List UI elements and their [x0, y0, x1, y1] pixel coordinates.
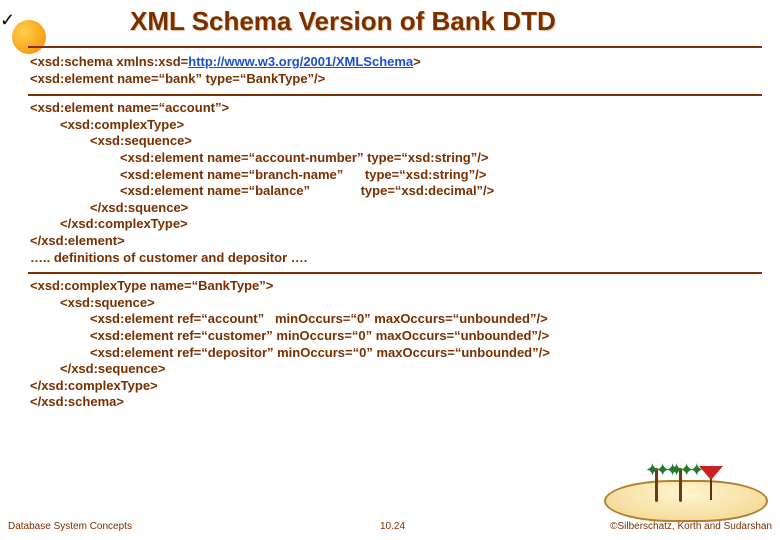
- divider: [28, 272, 762, 274]
- footer-page-number: 10.24: [380, 521, 405, 532]
- divider: [28, 46, 762, 48]
- code-line: </xsd:schema>: [30, 394, 760, 411]
- code-line: <xsd:schema xmlns:xsd=http://www.w3.org/…: [30, 54, 760, 71]
- code-line: ….. definitions of customer and deposito…: [30, 250, 760, 267]
- code-line: </xsd:sequence>: [30, 361, 760, 378]
- schema-url-link[interactable]: http://www.w3.org/2001/XMLSchema: [188, 54, 413, 69]
- code-block-account: <xsd:element name=“account”> <xsd:comple…: [30, 100, 760, 266]
- code-line: <xsd:complexType name=“BankType”>: [30, 278, 760, 295]
- island-decoration: ✦✦✦ ✦✦✦: [608, 442, 768, 522]
- code-line: <xsd:element name=“balance” type=“xsd:de…: [30, 183, 760, 200]
- slide-title: XML Schema Version of Bank DTD: [130, 6, 556, 37]
- code-line: <xsd:element name=“branch-name” type=“xs…: [30, 167, 760, 184]
- code-block-banktype: <xsd:complexType name=“BankType”> <xsd:s…: [30, 278, 760, 411]
- code-line: <xsd:element ref=“depositor” minOccurs=“…: [30, 345, 760, 362]
- code-line: <xsd:element name=“account-number” type=…: [30, 150, 760, 167]
- footer-copyright: ©Silberschatz, Korth and Sudarshan: [610, 521, 772, 532]
- code-line: </xsd:complexType>: [30, 378, 760, 395]
- code-line: <xsd:sequence>: [30, 133, 760, 150]
- slide: ✓ XML Schema Version of Bank DTD <xsd:sc…: [0, 0, 780, 540]
- umbrella-icon: [710, 478, 712, 500]
- text: <xsd:schema xmlns:xsd=: [30, 54, 188, 69]
- code-line: <xsd:complexType>: [30, 117, 760, 134]
- divider: [28, 94, 762, 96]
- code-line: <xsd:element ref=“customer” minOccurs=“0…: [30, 328, 760, 345]
- code-line: <xsd:element ref=“account” minOccurs=“0”…: [30, 311, 760, 328]
- island-icon: [604, 480, 768, 522]
- code-line: <xsd:element name=“account”>: [30, 100, 760, 117]
- code-block-schema: <xsd:schema xmlns:xsd=http://www.w3.org/…: [30, 54, 760, 87]
- text: >: [413, 54, 421, 69]
- footer-left: Database System Concepts: [8, 521, 132, 532]
- palm-icon: ✦✦✦: [679, 468, 682, 502]
- code-line: <xsd:squence>: [30, 295, 760, 312]
- code-line: </xsd:squence>: [30, 200, 760, 217]
- code-line: </xsd:element>: [30, 233, 760, 250]
- palm-icon: ✦✦✦: [655, 468, 658, 502]
- code-line: </xsd:complexType>: [30, 216, 760, 233]
- sun-icon: [12, 20, 46, 54]
- code-line: <xsd:element name=“bank” type=“BankType”…: [30, 71, 760, 88]
- bird-icon: ✓: [0, 10, 15, 31]
- sun-decoration: ✓: [0, 6, 55, 56]
